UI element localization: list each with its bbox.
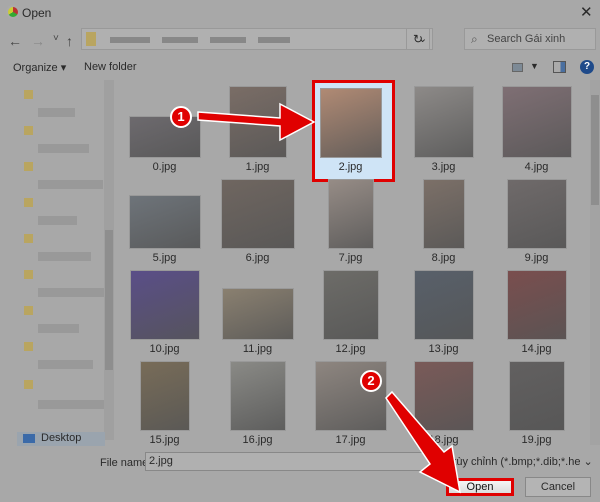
arrow-2: [385, 390, 461, 494]
annotation-arrows: [197, 102, 461, 494]
arrow-1: [197, 102, 316, 142]
step-2-badge: 2: [360, 370, 382, 392]
step-1-badge: 1: [170, 106, 192, 128]
